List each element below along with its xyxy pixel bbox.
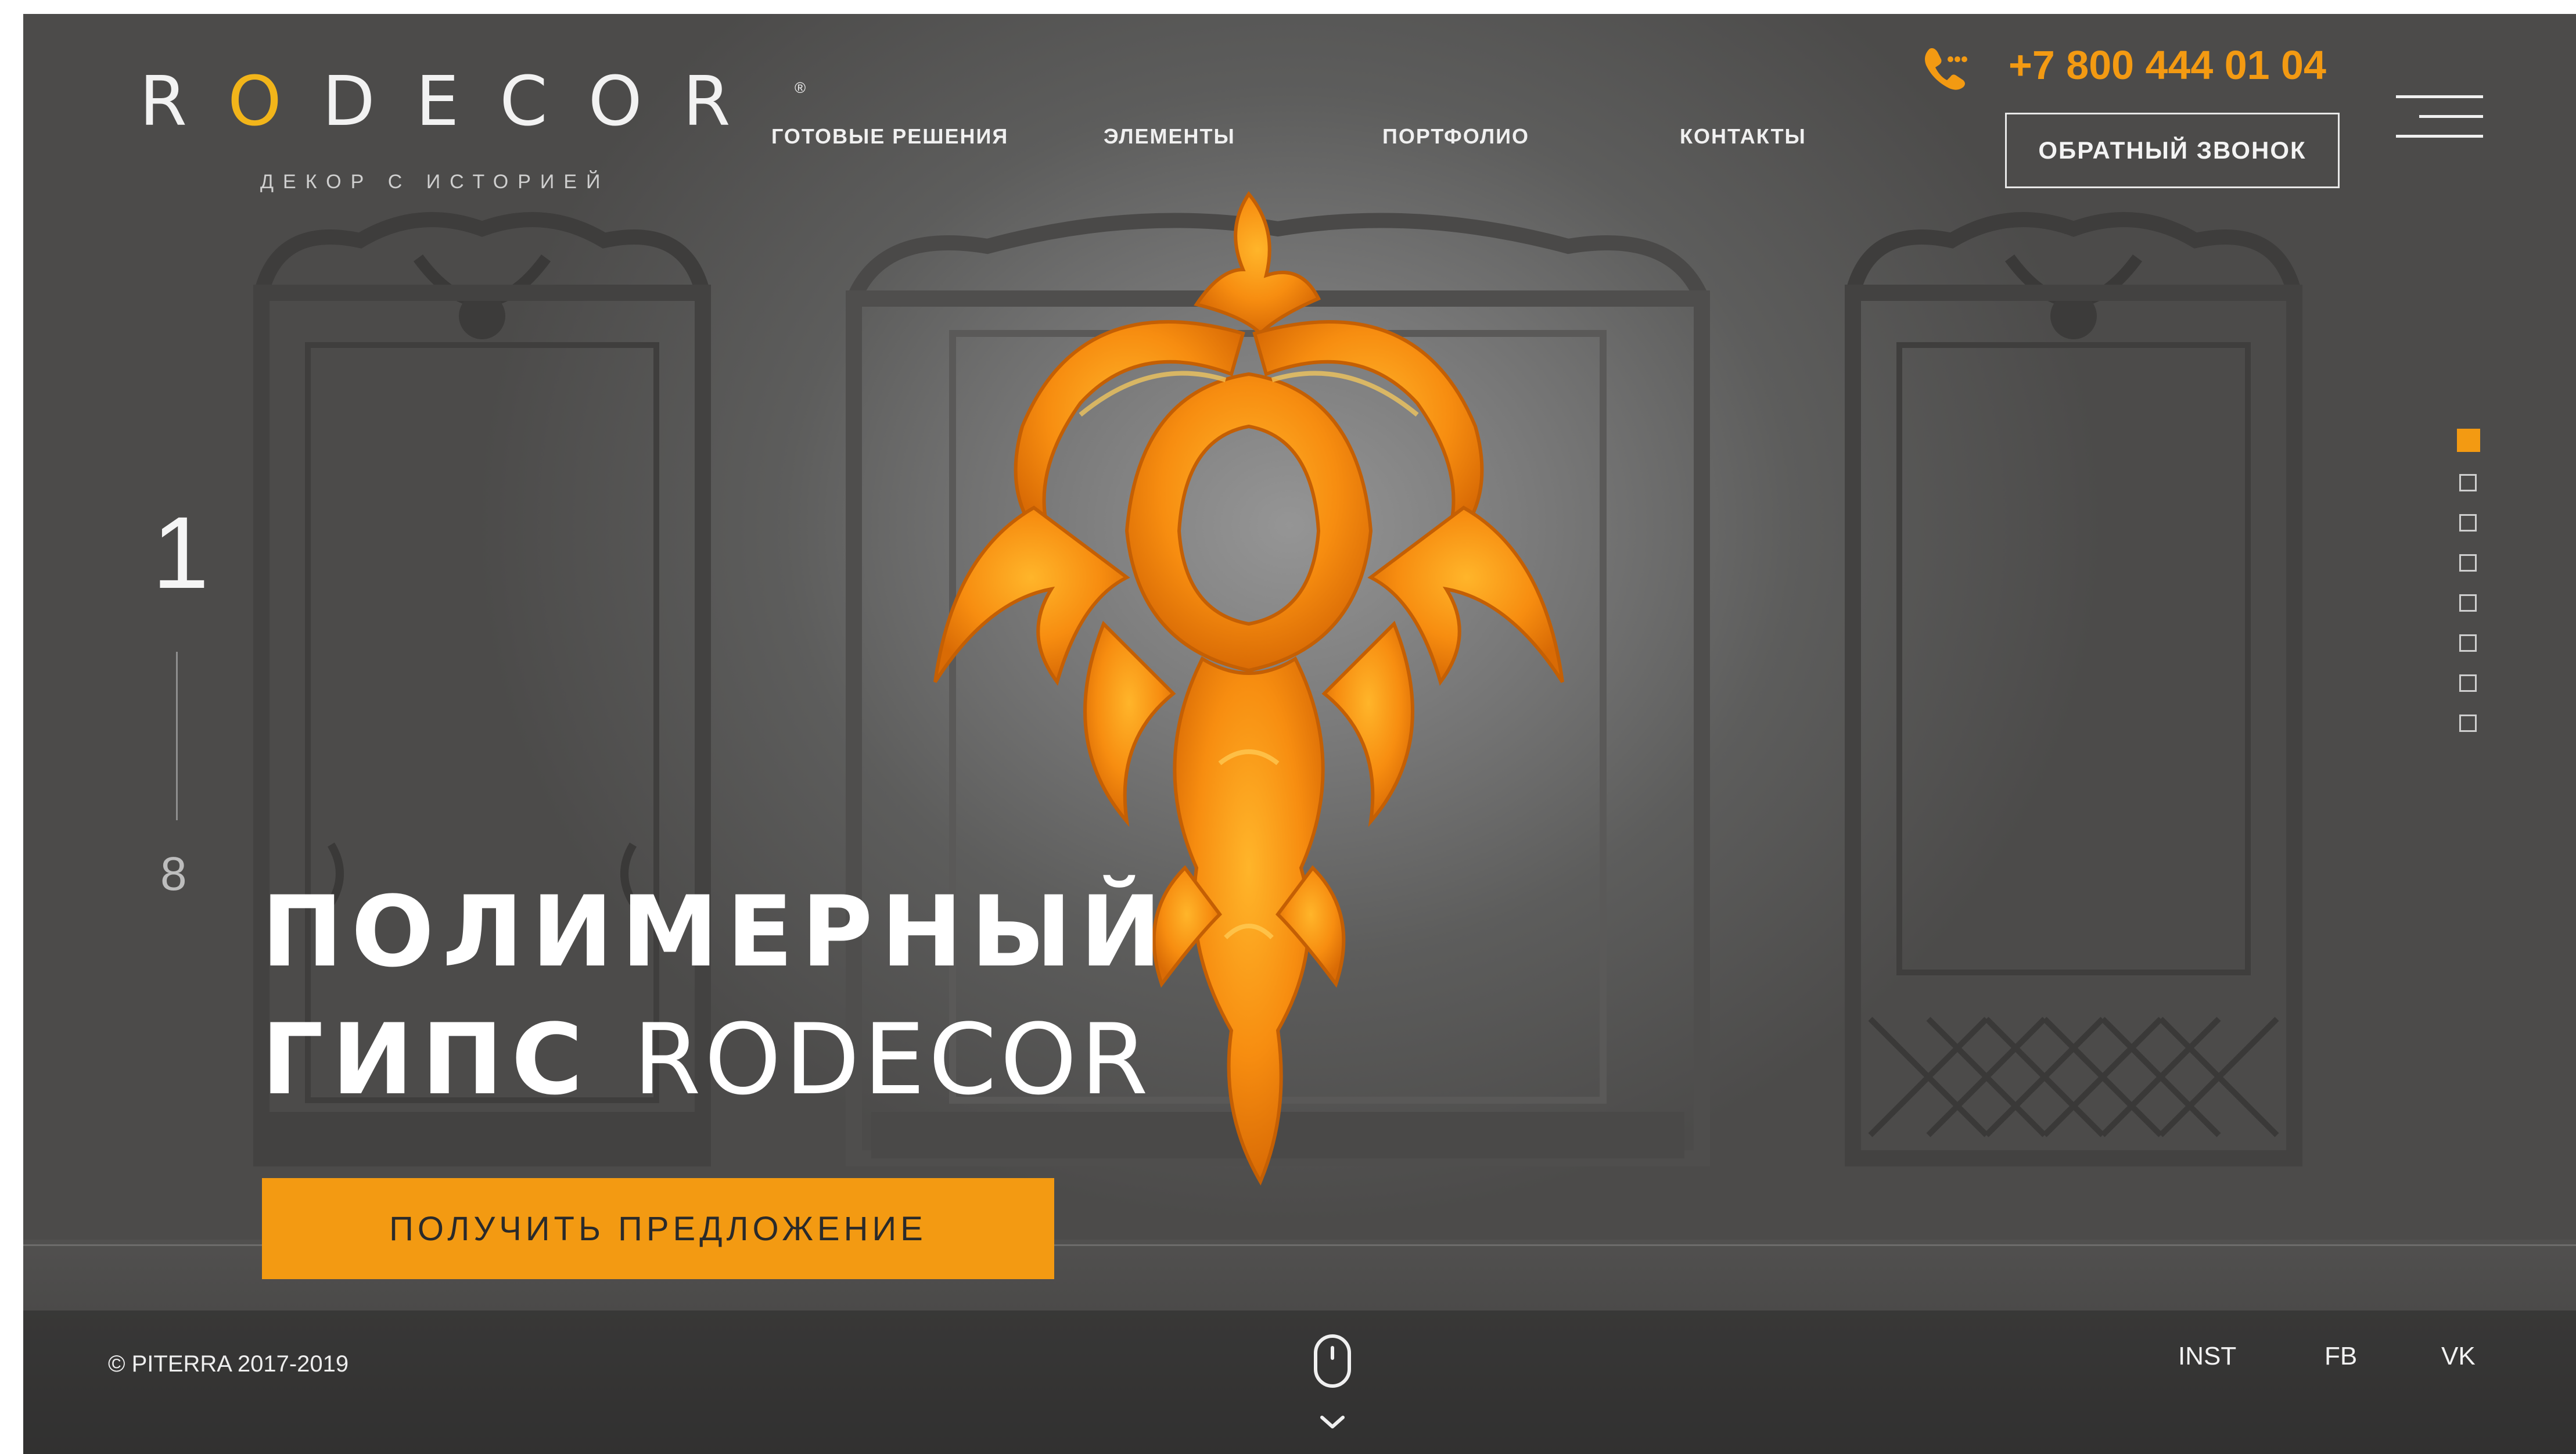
logo[interactable]: RODECOR ® ДЕКОР С ИСТОРИЕЙ: [139, 61, 806, 200]
social-link-fb[interactable]: FB: [2324, 1342, 2357, 1371]
hero-title-line1: ПОЛИМЕРНЫЙ: [261, 875, 1170, 989]
pager-dot-7[interactable]: [2459, 674, 2477, 692]
hamburger-menu-icon[interactable]: [2396, 95, 2483, 142]
social-link-inst[interactable]: INST: [2178, 1342, 2236, 1371]
logo-tagline: ДЕКОР С ИСТОРИЕЙ: [260, 171, 610, 193]
phone-number-link[interactable]: +7 800 444 01 04: [2009, 42, 2326, 88]
nav-item-contacts[interactable]: КОНТАКТЫ: [1680, 124, 1806, 149]
social-link-vk[interactable]: VK: [2441, 1342, 2476, 1371]
page: RODECOR ® ДЕКОР С ИСТОРИЕЙ ГОТОВЫЕ РЕШЕН…: [23, 14, 2576, 1454]
slide-counter-total: 8: [160, 848, 187, 900]
mouse-scroll-icon: [1314, 1334, 1351, 1388]
logo-wordmark: RODECOR: [139, 61, 771, 141]
pager-dot-1[interactable]: [2457, 429, 2480, 452]
pager-dot-5[interactable]: [2459, 594, 2477, 612]
pager-dot-6[interactable]: [2459, 634, 2477, 652]
hero-title-bold: ГИПС: [261, 1003, 591, 1116]
logo-registered-mark: ®: [795, 79, 806, 96]
nav-item-elements[interactable]: ЭЛЕМЕНТЫ: [1104, 124, 1235, 149]
pager-dot-4[interactable]: [2459, 554, 2477, 572]
hero-headline: ПОЛИМЕРНЫЙ ГИПС RODECOR: [261, 868, 1170, 1123]
hero-title-line2: ГИПС RODECOR: [261, 996, 1170, 1123]
pager-dot-8[interactable]: [2459, 715, 2477, 732]
phone-icon[interactable]: [1921, 44, 1968, 91]
nav-item-portfolio[interactable]: ПОРТФОЛИО: [1382, 124, 1529, 149]
slide-counter-divider: [176, 652, 178, 820]
pager-dot-2[interactable]: [2459, 474, 2477, 491]
get-offer-button[interactable]: ПОЛУЧИТЬ ПРЕДЛОЖЕНИЕ: [262, 1178, 1054, 1279]
chevron-down-icon: [1320, 1416, 1345, 1428]
footer-bar: [23, 1311, 2576, 1454]
nav-item-ready-solutions[interactable]: ГОТОВЫЕ РЕШЕНИЯ: [771, 124, 1008, 149]
slide-counter-current: 1: [152, 496, 209, 610]
wall-panel-right: [1835, 206, 2312, 1170]
hero-title-light: RODECOR: [633, 1003, 1152, 1116]
scroll-down-button[interactable]: [1307, 1333, 1359, 1449]
pager-dot-3[interactable]: [2459, 514, 2477, 532]
copyright-text: © PITERRA 2017-2019: [108, 1351, 349, 1377]
callback-button[interactable]: ОБРАТНЫЙ ЗВОНОК: [2005, 113, 2340, 188]
